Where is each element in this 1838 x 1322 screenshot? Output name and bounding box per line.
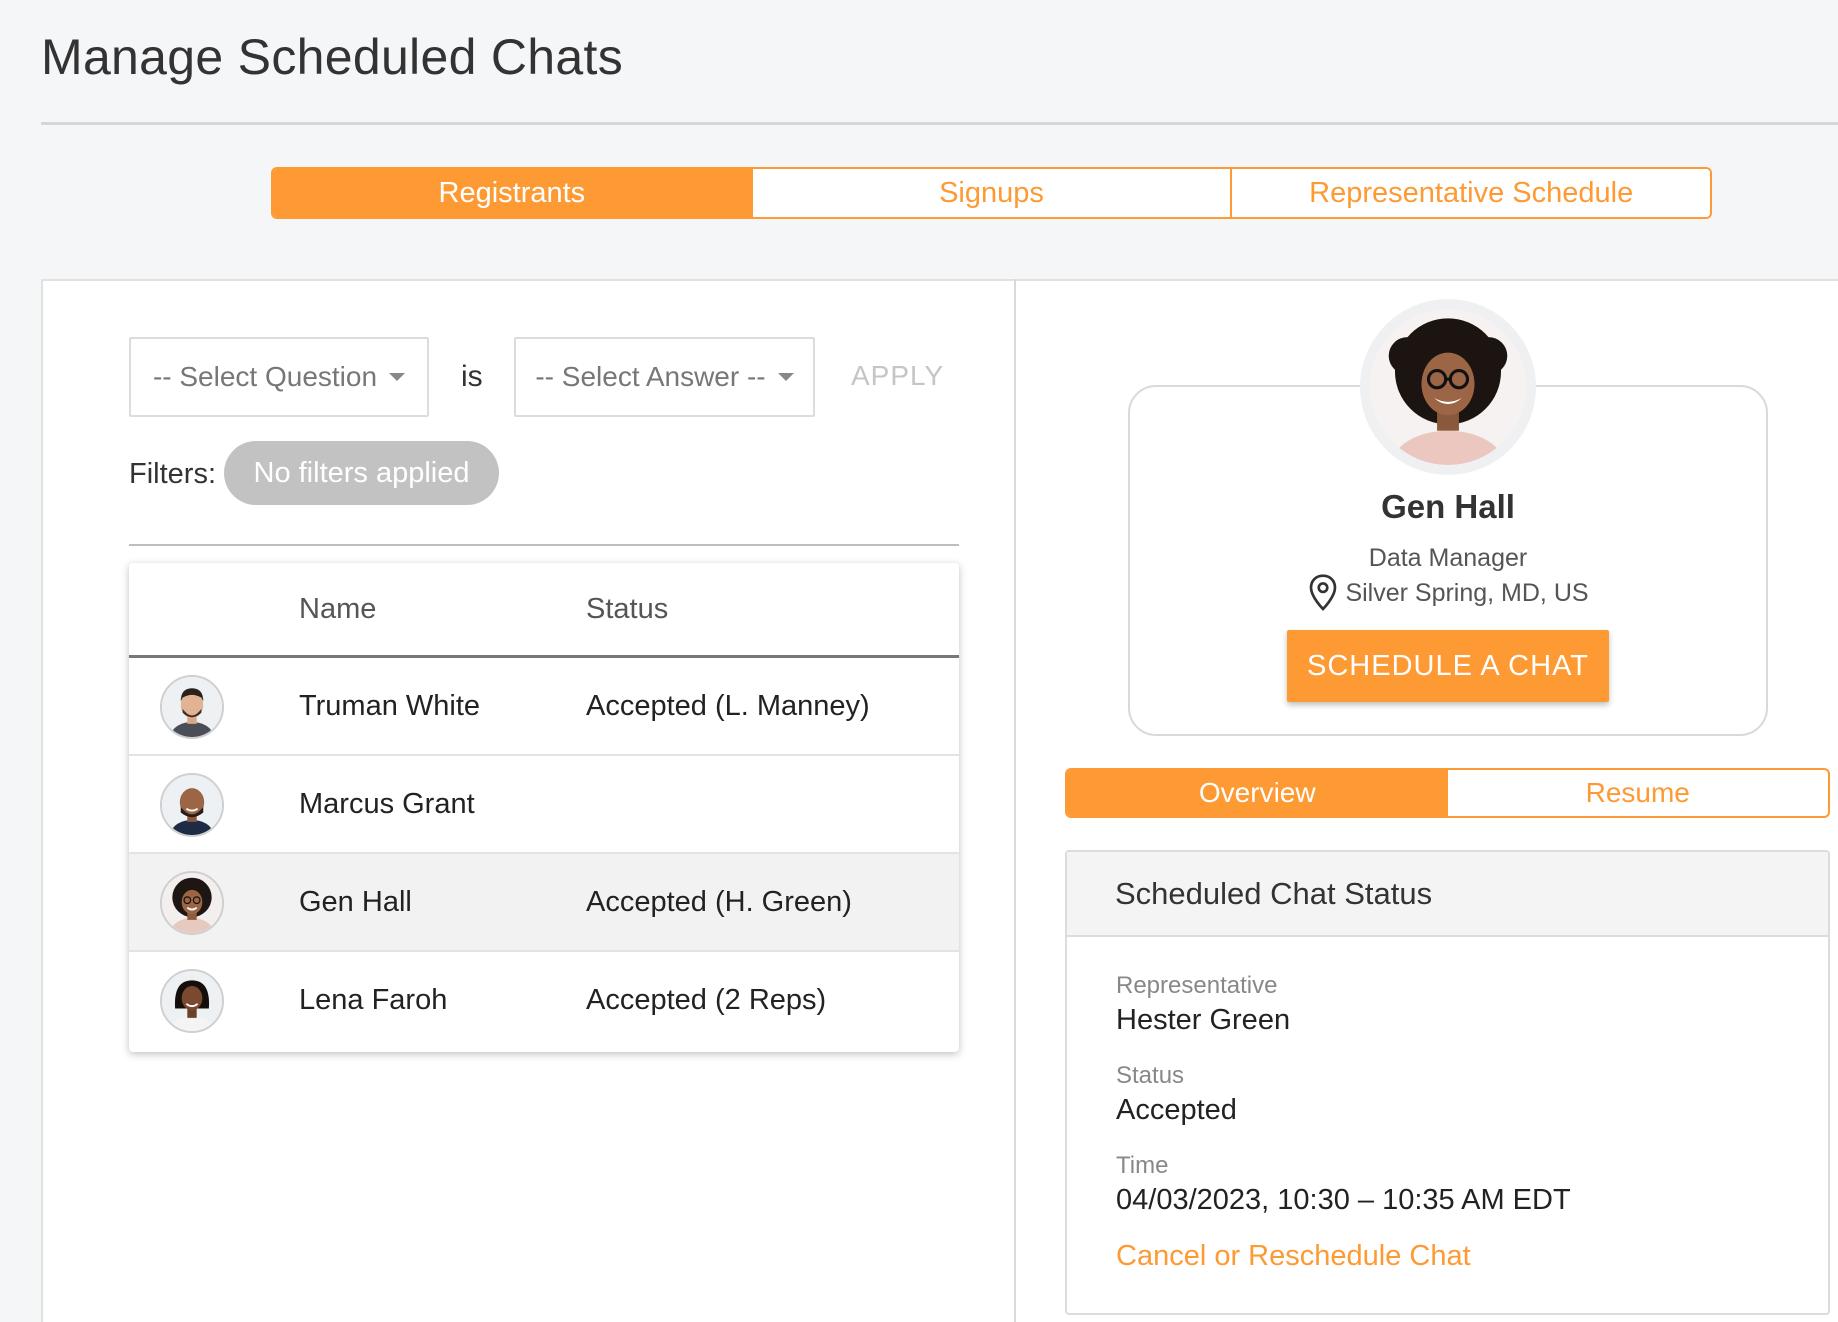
profile-avatar bbox=[1360, 299, 1536, 475]
scheduled-chat-status-card: Scheduled Chat Status Representative Hes… bbox=[1065, 850, 1830, 1315]
panel-divider bbox=[1014, 279, 1016, 1322]
representative-label: Representative bbox=[1116, 972, 1278, 999]
registrant-name: Truman White bbox=[299, 690, 481, 722]
filter-connector: is bbox=[461, 360, 483, 393]
cancel-reschedule-link[interactable]: Cancel or Reschedule Chat bbox=[1116, 1240, 1471, 1273]
table-row[interactable]: Gen Hall Accepted (H. Green) bbox=[129, 854, 959, 952]
profile-name: Gen Hall bbox=[1381, 488, 1515, 525]
representative-value: Hester Green bbox=[1116, 1004, 1291, 1036]
profile-role: Data Manager bbox=[1368, 544, 1528, 572]
avatar bbox=[160, 969, 224, 1033]
tab-registrants[interactable]: Registrants bbox=[273, 169, 753, 217]
apply-button[interactable]: APPLY bbox=[851, 360, 944, 392]
person-avatar-icon bbox=[162, 677, 222, 737]
profile-location-text: Silver Spring, MD, US bbox=[1345, 578, 1589, 607]
schedule-chat-button[interactable]: SCHEDULE A CHAT bbox=[1287, 630, 1609, 702]
time-label: Time bbox=[1116, 1152, 1169, 1179]
avatar bbox=[160, 773, 224, 837]
answer-select[interactable]: -- Select Answer -- bbox=[514, 337, 815, 417]
tab-representative-schedule[interactable]: Representative Schedule bbox=[1232, 169, 1710, 217]
registrant-status: Accepted (2 Reps) bbox=[586, 984, 827, 1016]
answer-select-label: -- Select Answer -- bbox=[535, 361, 766, 392]
table-row[interactable]: Truman White Accepted (L. Manney) bbox=[129, 658, 959, 756]
page-title: Manage Scheduled Chats bbox=[41, 29, 623, 85]
person-avatar-icon bbox=[162, 775, 222, 835]
registrant-status: Accepted (H. Green) bbox=[586, 886, 852, 918]
filter-pill: No filters applied bbox=[224, 441, 499, 505]
registrant-status: Accepted (L. Manney) bbox=[586, 690, 870, 722]
time-value: 04/03/2023, 10:30 – 10:35 AM EDT bbox=[1116, 1184, 1571, 1216]
registrant-name: Lena Faroh bbox=[299, 984, 448, 1016]
profile-location: Silver Spring, MD, US bbox=[1128, 573, 1768, 613]
registrant-name: Marcus Grant bbox=[299, 788, 475, 820]
tab-overview[interactable]: Overview bbox=[1067, 770, 1448, 816]
table-header: Name Status bbox=[129, 563, 959, 658]
status-label: Status bbox=[1116, 1062, 1185, 1089]
tab-resume[interactable]: Resume bbox=[1448, 770, 1829, 816]
location-pin-icon bbox=[1310, 574, 1337, 611]
title-divider bbox=[41, 122, 1838, 125]
person-avatar-icon bbox=[162, 971, 222, 1031]
filter-divider bbox=[129, 544, 959, 546]
registrants-table: Name Status Truman White Accepted (L. Ma… bbox=[129, 563, 959, 1052]
registrant-name: Gen Hall bbox=[299, 886, 412, 918]
top-tab-bar: Registrants Signups Representative Sched… bbox=[271, 167, 1712, 219]
detail-tab-bar: Overview Resume bbox=[1065, 768, 1830, 818]
chevron-down-icon bbox=[389, 373, 406, 381]
table-row[interactable]: Marcus Grant bbox=[129, 756, 959, 854]
filters-label: Filters: bbox=[129, 458, 216, 490]
person-avatar-icon bbox=[162, 873, 222, 933]
column-header-status[interactable]: Status bbox=[586, 593, 668, 626]
person-avatar-icon bbox=[1370, 309, 1526, 465]
column-header-name[interactable]: Name bbox=[299, 593, 376, 626]
question-select-label: -- Select Question bbox=[152, 361, 378, 392]
status-card-title: Scheduled Chat Status bbox=[1067, 852, 1828, 937]
table-row[interactable]: Lena Faroh Accepted (2 Reps) bbox=[129, 952, 959, 1050]
avatar bbox=[160, 675, 224, 739]
chevron-down-icon bbox=[777, 373, 794, 381]
status-value: Accepted bbox=[1116, 1094, 1237, 1126]
avatar bbox=[160, 871, 224, 935]
tab-signups[interactable]: Signups bbox=[752, 169, 1233, 217]
question-select[interactable]: -- Select Question bbox=[129, 337, 429, 417]
